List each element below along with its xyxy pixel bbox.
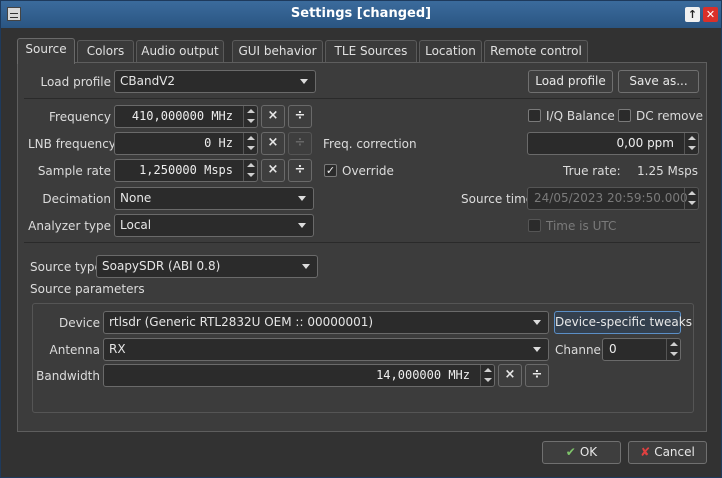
frequency-spinbox[interactable]: 410,000000 MHz: [114, 105, 258, 128]
ok-button[interactable]: ✔ OK: [542, 441, 621, 464]
dc-remove-checkbox[interactable]: [618, 109, 631, 122]
source-type-value: SoapySDR (ABI 0.8): [102, 259, 221, 273]
save-as-button[interactable]: Save as...: [618, 70, 699, 93]
frequency-value: 410,000000 MHz: [131, 109, 233, 123]
ok-label: OK: [579, 445, 598, 459]
bandwidth-spinbox[interactable]: 14,000000 MHz: [103, 364, 495, 387]
time-utc-checkbox[interactable]: [528, 219, 541, 232]
device-value: rtlsdr (Generic RTL2832U OEM :: 00000001…: [109, 315, 374, 329]
tab-location[interactable]: Location: [419, 40, 482, 63]
device-combo[interactable]: rtlsdr (Generic RTL2832U OEM :: 00000001…: [103, 311, 549, 334]
tab-gui-behavior[interactable]: GUI behavior: [232, 40, 323, 63]
tab-source[interactable]: Source: [17, 38, 75, 64]
tab-tle-sources[interactable]: TLE Sources: [325, 40, 417, 63]
spin-arrows-icon[interactable]: [243, 160, 257, 181]
iq-balance-label: I/Q Balance: [546, 109, 615, 123]
separator: [24, 242, 700, 243]
freq-correction-value: 0,00 ppm: [616, 136, 674, 150]
cancel-label: Cancel: [654, 445, 695, 459]
source-time-value: 24/05/2023 20:59:50.000: [534, 191, 688, 205]
bandwidth-value: 14,000000 MHz: [376, 368, 470, 382]
freq-correction-label: Freq. correction: [323, 137, 417, 151]
channel-value: 0: [609, 342, 617, 356]
profile-value: CBandV2: [120, 74, 176, 88]
antenna-combo[interactable]: RX: [103, 338, 549, 361]
device-tweaks-button[interactable]: Device-specific tweaks: [554, 311, 692, 334]
source-time-field: 24/05/2023 20:59:50.000: [527, 187, 699, 210]
spin-arrows-icon: [684, 188, 698, 209]
time-utc-label: Time is UTC: [546, 219, 617, 233]
spin-arrows-icon[interactable]: [666, 339, 680, 360]
lnb-value: 0 Hz: [204, 136, 233, 150]
sample-rate-value: 1,250000 Msps: [139, 163, 233, 177]
frequency-label: Frequency: [49, 110, 111, 124]
spin-arrows-icon[interactable]: [243, 133, 257, 154]
true-rate-value: 1.25 Msps: [637, 164, 699, 178]
profile-combo[interactable]: CBandV2: [114, 70, 316, 93]
tab-audio-output[interactable]: Audio output: [136, 40, 224, 63]
channel-label: Channel: [555, 343, 605, 357]
decimation-label: Decimation: [42, 192, 111, 206]
source-panel: Load profile CBandV2 Load profile Save a…: [17, 62, 707, 432]
lnb-spinbox[interactable]: 0 Hz: [114, 132, 258, 155]
load-profile-label: Load profile: [40, 75, 111, 89]
analyzer-combo[interactable]: Local: [114, 214, 314, 237]
sample-rate-divide-button[interactable]: ÷: [288, 159, 312, 182]
dc-remove-label: DC remove: [636, 109, 704, 123]
bandwidth-divide-button[interactable]: ÷: [525, 364, 549, 387]
chevron-down-icon: [300, 79, 308, 84]
source-type-label: Source type: [30, 260, 102, 274]
chevron-down-icon: [533, 320, 541, 325]
frequency-clear-button[interactable]: ×: [261, 105, 285, 128]
iq-balance-checkbox[interactable]: [528, 109, 541, 122]
antenna-value: RX: [109, 342, 126, 356]
cancel-button[interactable]: ✘ Cancel: [628, 441, 707, 464]
close-icon[interactable]: ✕: [703, 7, 718, 22]
spin-arrows-icon[interactable]: [684, 133, 698, 154]
spin-arrows-icon[interactable]: [480, 365, 494, 386]
frequency-divide-button[interactable]: ÷: [288, 105, 312, 128]
keep-above-icon[interactable]: ↑: [685, 7, 700, 22]
decimation-combo[interactable]: None: [114, 187, 314, 210]
chevron-down-icon: [533, 347, 541, 352]
analyzer-type-label: Analyzer type: [28, 219, 111, 233]
chevron-down-icon: [298, 196, 306, 201]
title-bar: Settings [changed] ↑ ✕: [1, 1, 721, 28]
device-label: Device: [58, 316, 100, 330]
cancel-x-icon: ✘: [640, 445, 651, 459]
tab-remote-control[interactable]: Remote control: [484, 40, 588, 63]
analyzer-value: Local: [120, 218, 152, 232]
window-title: Settings [changed]: [290, 6, 432, 21]
load-profile-button[interactable]: Load profile: [528, 70, 613, 93]
source-type-combo[interactable]: SoapySDR (ABI 0.8): [96, 255, 318, 278]
lnb-divide-button[interactable]: ÷: [288, 132, 312, 155]
tab-colors[interactable]: Colors: [77, 40, 134, 63]
spin-arrows-icon[interactable]: [243, 106, 257, 127]
source-time-label: Source time: [461, 192, 534, 206]
override-checkbox[interactable]: ✓: [324, 164, 337, 177]
true-rate-label: True rate:: [563, 164, 621, 178]
freq-correction-spinbox[interactable]: 0,00 ppm: [527, 132, 699, 155]
source-parameters-label: Source parameters: [30, 282, 145, 296]
override-label: Override: [342, 164, 394, 178]
settings-window: Settings [changed] ↑ ✕ Source Colors Aud…: [0, 0, 722, 478]
sample-rate-clear-button[interactable]: ×: [261, 159, 285, 182]
channel-spinbox[interactable]: 0: [602, 338, 681, 361]
bandwidth-clear-button[interactable]: ×: [498, 364, 522, 387]
sample-rate-spinbox[interactable]: 1,250000 Msps: [114, 159, 258, 182]
decimation-value: None: [120, 191, 152, 205]
antenna-label: Antenna: [49, 343, 100, 357]
chevron-down-icon: [302, 264, 310, 269]
separator: [24, 98, 700, 99]
lnb-clear-button[interactable]: ×: [261, 132, 285, 155]
bandwidth-label: Bandwidth: [36, 369, 100, 383]
sample-rate-label: Sample rate: [37, 164, 111, 178]
chevron-down-icon: [298, 223, 306, 228]
checkmark-icon: ✔: [565, 445, 576, 459]
lnb-frequency-label: LNB frequency: [28, 137, 116, 151]
